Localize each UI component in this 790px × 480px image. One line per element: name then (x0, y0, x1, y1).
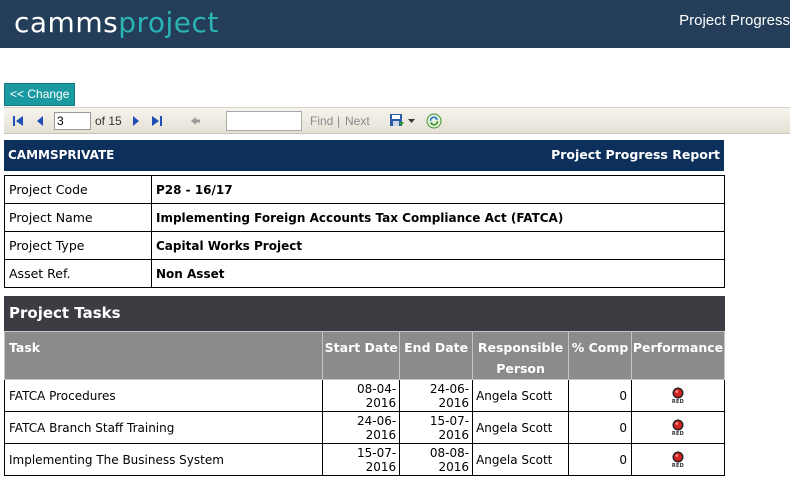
info-label: Project Code (4, 175, 152, 204)
task-responsible-person: Angela Scott (472, 379, 570, 412)
page-number-input[interactable] (54, 112, 91, 130)
task-end-date: 24-06-2016 (399, 379, 474, 412)
info-value: P28 - 16/17 (151, 175, 725, 204)
find-next-separator: | (337, 114, 341, 128)
camms-project-logo: cammsproject (14, 5, 219, 41)
page-title: Project Progress (679, 12, 790, 29)
refresh-icon[interactable] (425, 112, 443, 130)
report-title: Project Progress Report (551, 147, 720, 162)
table-row: Implementing The Business System 15-07-2… (3, 443, 726, 476)
info-value: Non Asset (151, 259, 725, 288)
red-status-light-icon: RED (672, 387, 684, 405)
project-info-table: Project Code P28 - 16/17 Project Name Im… (4, 175, 725, 288)
task-percent-complete: 0 (568, 411, 632, 444)
previous-page-icon[interactable] (34, 112, 46, 130)
task-responsible-person: Angela Scott (472, 411, 570, 444)
column-header-responsible-person: Responsible Person (472, 331, 570, 380)
report-header: CAMMSPRIVATE Project Progress Report (4, 140, 724, 171)
task-start-date: 15-07-2016 (322, 443, 401, 476)
change-button[interactable]: << Change (4, 83, 76, 106)
task-percent-complete: 0 (568, 443, 632, 476)
project-tasks-table: Task Start Date End Date Responsible Per… (3, 331, 726, 476)
top-bar: cammsproject Project Progress (0, 0, 790, 48)
info-row-project-name: Project Name Implementing Foreign Accoun… (4, 203, 725, 232)
task-responsible-person: Angela Scott (472, 443, 570, 476)
table-row: FATCA Branch Staff Training 24-06-2016 1… (3, 411, 726, 444)
info-label: Asset Ref. (4, 259, 152, 288)
last-page-icon[interactable] (150, 112, 164, 130)
performance-label: RED (671, 462, 685, 469)
logo-text-project: project (118, 6, 219, 39)
column-header-end-date: End Date (399, 331, 474, 380)
task-percent-complete: 0 (568, 379, 632, 412)
task-name: Implementing The Business System (3, 443, 324, 476)
task-end-date: 15-07-2016 (399, 411, 474, 444)
column-header-start-date: Start Date (322, 331, 401, 380)
back-arrow-icon[interactable] (188, 112, 202, 130)
info-label: Project Type (4, 231, 152, 260)
info-row-project-code: Project Code P28 - 16/17 (4, 175, 725, 204)
logo-text-camms: camms (14, 6, 119, 39)
organization-name: CAMMSPRIVATE (8, 148, 115, 162)
task-performance: RED (630, 379, 726, 412)
project-tasks-title: Project Tasks (4, 296, 725, 331)
red-status-light-icon: RED (672, 451, 684, 469)
first-page-icon[interactable] (11, 112, 25, 130)
tasks-header-row: Task Start Date End Date Responsible Per… (3, 331, 726, 380)
info-row-asset-ref: Asset Ref. Non Asset (4, 259, 725, 288)
save-export-icon[interactable] (389, 112, 405, 130)
find-link[interactable]: Find (310, 114, 333, 128)
task-end-date: 08-08-2016 (399, 443, 474, 476)
info-label: Project Name (4, 203, 152, 232)
task-performance: RED (630, 411, 726, 444)
task-start-date: 24-06-2016 (322, 411, 401, 444)
task-start-date: 08-04-2016 (322, 379, 401, 412)
performance-label: RED (671, 398, 685, 405)
find-input[interactable] (226, 111, 302, 131)
report-toolbar: of 15 Find | Next (4, 107, 790, 134)
next-link[interactable]: Next (345, 114, 370, 128)
performance-label: RED (671, 430, 685, 437)
red-status-light-icon: RED (672, 419, 684, 437)
info-row-project-type: Project Type Capital Works Project (4, 231, 725, 260)
info-value: Capital Works Project (151, 231, 725, 260)
next-page-icon[interactable] (130, 112, 142, 130)
page-count-text: of 15 (95, 114, 122, 128)
info-value: Implementing Foreign Accounts Tax Compli… (151, 203, 725, 232)
task-name: FATCA Branch Staff Training (3, 411, 324, 444)
column-header-performance: Performance (630, 331, 726, 380)
column-header-percent-complete: % Comp (568, 331, 632, 380)
table-row: FATCA Procedures 08-04-2016 24-06-2016 A… (3, 379, 726, 412)
task-performance: RED (630, 443, 726, 476)
export-dropdown-chevron-down-icon[interactable] (407, 112, 415, 130)
task-name: FATCA Procedures (3, 379, 324, 412)
column-header-task: Task (3, 331, 324, 380)
